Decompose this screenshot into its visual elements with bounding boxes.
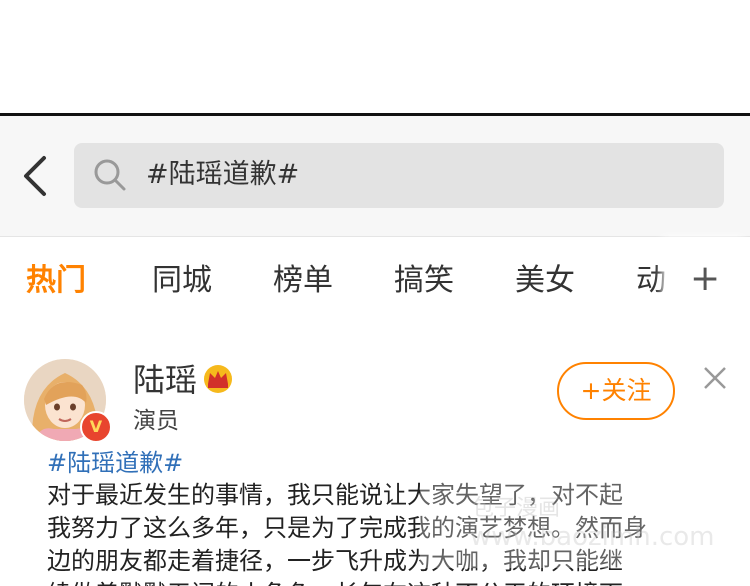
post-line: 我努力了这么多年，只是为了完成我的演艺梦想。然而身 <box>47 514 647 542</box>
post-body: 对于最近发生的事情，我只能说让大家失望了，对不起 我努力了这么多年，只是为了完成… <box>47 479 707 586</box>
post-line: 对于最近发生的事情，我只能说让大家失望了，对不起 <box>47 481 623 509</box>
back-button[interactable] <box>16 152 56 200</box>
verified-badge-icon: V <box>80 411 112 443</box>
tab-funny[interactable]: 搞笑 <box>394 261 454 301</box>
tab-anime[interactable]: 动 <box>636 261 666 301</box>
tab-beauty[interactable]: 美女 <box>515 261 575 301</box>
add-tab-button[interactable]: + <box>668 237 750 327</box>
category-tabs: 热门 同城 榜单 搞笑 美女 动 + <box>0 236 750 328</box>
user-role: 演员 <box>133 408 179 434</box>
follow-button[interactable]: +关注 <box>557 362 675 420</box>
tab-local[interactable]: 同城 <box>152 261 212 301</box>
close-icon[interactable] <box>700 363 730 393</box>
post-line: 边的朋友都走着捷径，一步飞升成为大咖，我却只能继 <box>47 547 623 575</box>
user-name[interactable]: 陆瑶 <box>133 359 197 401</box>
tab-ranking[interactable]: 榜单 <box>273 261 333 301</box>
search-header: #陆瑶道歉# <box>0 116 750 236</box>
post-line: 续做着默默无闻的小角色，长年在这种不公平的环境下 <box>47 578 707 586</box>
plus-icon: + <box>690 258 721 299</box>
search-input[interactable]: #陆瑶道歉# <box>74 143 724 208</box>
post-hashtag[interactable]: #陆瑶道歉# <box>47 447 183 479</box>
back-arrow-icon <box>24 156 46 196</box>
crown-icon <box>204 365 232 393</box>
search-icon <box>94 159 126 191</box>
tab-hot[interactable]: 热门 <box>26 261 86 301</box>
top-blank-area <box>0 0 750 113</box>
weibo-post: V 陆瑶 演员 +关注 #陆瑶道歉# 对于最近发生的事情，我只能说让大家失望了，… <box>0 327 750 586</box>
search-query: #陆瑶道歉# <box>146 159 300 190</box>
